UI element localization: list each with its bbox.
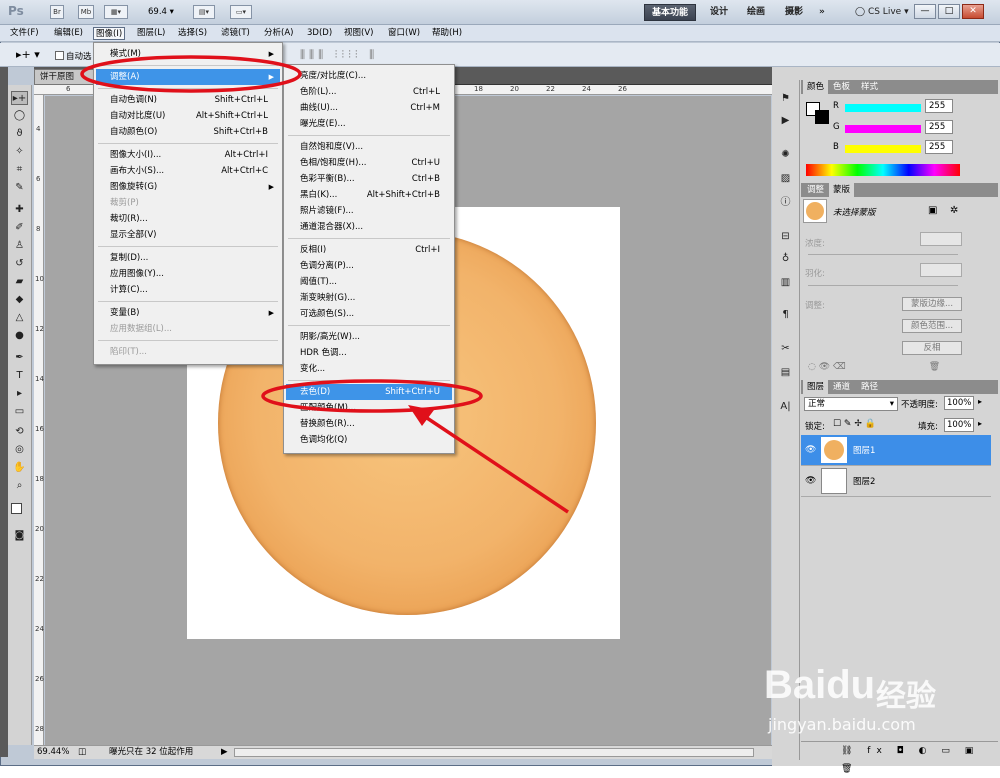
annotation-ellipse-adjust [80,55,302,93]
watermark-text: 经验 [876,679,936,714]
annotation-ellipse-desaturate [261,379,483,413]
annotation-arrow-line [417,410,569,514]
watermark-url: jingyan.baidu.com [768,715,916,734]
watermark-brand: Baidu [764,663,876,707]
baidu-watermark: Baidu 经验 jingyan.baidu.com [730,645,1000,766]
